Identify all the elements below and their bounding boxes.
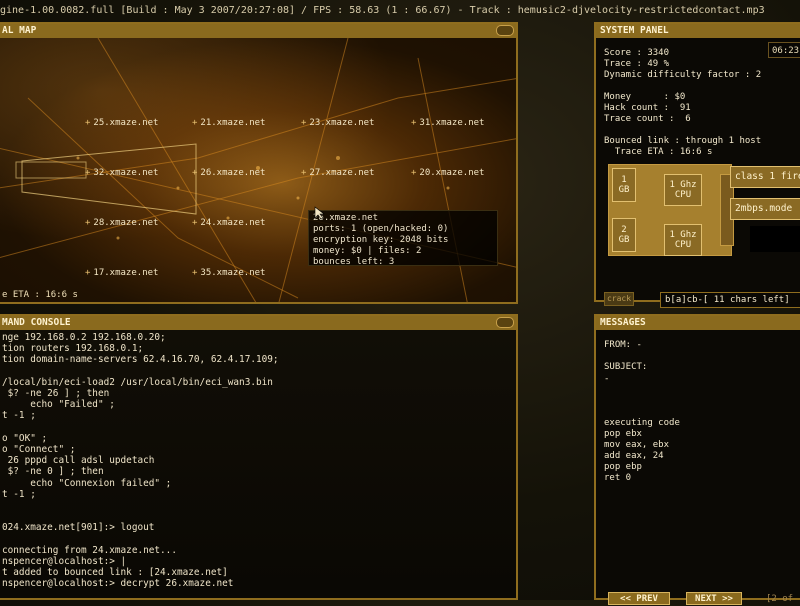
cpu-slot-1[interactable]: 1 Ghz CPU xyxy=(664,174,702,206)
node-info-tooltip: 26.xmaze.net ports: 1 (open/hacked: 0) e… xyxy=(308,210,498,267)
minimize-icon[interactable] xyxy=(496,317,514,328)
console-line: echo "Connexion failed" ; xyxy=(2,477,172,489)
system-panel: SYSTEM PANEL 06:23 Score : 3340 Trace : … xyxy=(594,22,800,308)
empty-slot xyxy=(750,226,800,252)
map-node[interactable]: +32.xmaze.net xyxy=(85,168,158,178)
trace-count-label: Trace count : 6 xyxy=(604,114,691,124)
trace-eta-label: Trace ETA : 16:6 s xyxy=(604,147,713,157)
messages-panel: MESSAGES FROM: - SUBJECT: - executing co… xyxy=(594,314,800,605)
console-line: connecting from 24.xmaze.net... xyxy=(2,544,177,556)
map-view[interactable]: +25.xmaze.net +21.xmaze.net +23.xmaze.ne… xyxy=(0,38,516,302)
map-node[interactable]: +31.xmaze.net xyxy=(411,118,484,128)
console-line: t -1 ; xyxy=(2,410,36,422)
console-line: $? -ne 0 ] ; then xyxy=(2,466,104,478)
cursor-icon xyxy=(314,206,325,220)
map-trace-eta: e ETA : 16:6 s xyxy=(2,290,78,300)
console-line: nspencer@localhost:> | xyxy=(2,556,127,568)
score-label: Score : 3340 xyxy=(604,48,670,58)
world-map-title: AL MAP xyxy=(0,24,516,38)
message-code-line: add eax, 24 xyxy=(604,451,664,461)
command-console-panel: MAND CONSOLE nge 192.168.0.2 192.168.0.2… xyxy=(0,314,518,600)
command-console-title: MAND CONSOLE xyxy=(0,316,516,330)
message-page-counter: [2 of xyxy=(766,594,794,604)
money-label: Money : $0 xyxy=(604,92,686,102)
console-line: t -1 ; xyxy=(2,488,36,500)
map-node[interactable]: +24.xmaze.net xyxy=(192,218,265,228)
world-map-title-text: AL MAP xyxy=(2,25,37,36)
console-line: tion domain-name-servers 62.4.16.70, 62.… xyxy=(2,354,279,366)
tooltip-encryption: encryption key: 2048 bits xyxy=(313,235,449,245)
prev-message-button[interactable]: << PREV xyxy=(608,592,670,605)
console-line: nge 192.168.0.2 192.168.0.20; xyxy=(2,332,166,343)
firewall-slot[interactable]: class 1 firewa xyxy=(730,166,800,188)
message-subject-value: - xyxy=(604,374,610,384)
map-node[interactable]: +26.xmaze.net xyxy=(192,168,265,178)
messages-title-text: MESSAGES xyxy=(600,317,646,328)
console-line: o "Connect" ; xyxy=(2,444,76,456)
console-line: $? -ne 26 ] ; then xyxy=(2,388,110,400)
tooltip-bounces: bounces left: 3 xyxy=(313,257,395,267)
message-code-line: mov eax, ebx xyxy=(604,440,670,450)
console-line: /local/bin/eci-load2 /usr/local/bin/eci_… xyxy=(2,376,273,388)
console-line: o "OK" ; xyxy=(2,432,48,444)
difficulty-label: Dynamic difficulty factor : 2 xyxy=(604,70,762,80)
cpu-slot-2[interactable]: 1 Ghz CPU xyxy=(664,224,702,256)
modem-slot[interactable]: 2mbps.mode xyxy=(730,198,800,220)
console-line: tion routers 192.168.0.1; xyxy=(2,343,144,355)
command-console-title-text: MAND CONSOLE xyxy=(2,317,71,328)
map-node[interactable]: +25.xmaze.net xyxy=(85,118,158,128)
ram-slot-1[interactable]: 1 GB xyxy=(612,168,636,202)
messages-title: MESSAGES xyxy=(596,316,800,330)
trace-label: Trace : 49 % xyxy=(604,59,670,69)
map-node[interactable]: +21.xmaze.net xyxy=(192,118,265,128)
message-code-line: pop ebp xyxy=(604,462,642,472)
system-panel-title-text: SYSTEM PANEL xyxy=(600,25,669,36)
message-code-line: pop ebx xyxy=(604,429,642,439)
message-code-line: executing code xyxy=(604,418,680,428)
map-node[interactable]: +28.xmaze.net xyxy=(85,218,158,228)
hack-count-label: Hack count : 91 xyxy=(604,103,691,113)
minimize-icon[interactable] xyxy=(496,25,514,36)
message-code-line: ret 0 xyxy=(604,473,632,483)
ram-slot-2[interactable]: 2 GB xyxy=(612,218,636,252)
message-from: FROM: - xyxy=(604,340,642,350)
tooltip-money: money: $0 | files: 2 xyxy=(313,246,422,256)
clock: 06:23 xyxy=(768,42,800,58)
tooltip-host: 26.xmaze.net xyxy=(313,213,379,223)
console-line: 024.xmaze.net[901]:> logout xyxy=(2,522,155,534)
map-node[interactable]: +20.xmaze.net xyxy=(411,168,484,178)
world-map-panel: AL MAP +25.xmaze.net +21.xmaze.net + 23.… xyxy=(0,22,518,304)
message-subject-label: SUBJECT: xyxy=(604,362,648,372)
console-line: t added to bounced link : [24.xmaze.net] xyxy=(2,567,228,579)
console-output[interactable]: nge 192.168.0.2 192.168.0.20; tion router… xyxy=(0,330,516,598)
console-line: 26 pppd call adsl updetach xyxy=(2,455,155,467)
console-line: nspencer@localhost:> decrypt 26.xmaze.ne… xyxy=(2,578,234,590)
bounced-link-label: Bounced link : through 1 host xyxy=(604,136,762,146)
status-bar: gine-1.00.0082.full [Build : May 3 2007/… xyxy=(0,5,765,16)
map-node[interactable]: +17.xmaze.net xyxy=(85,268,158,278)
map-node[interactable]: +27.xmaze.net xyxy=(301,168,374,178)
tooltip-ports: ports: 1 (open/hacked: 0) xyxy=(313,224,449,234)
system-panel-title: SYSTEM PANEL xyxy=(596,24,800,38)
password-crack-field[interactable]: b[a]cb-[ 11 chars left] xyxy=(660,292,800,308)
console-line: echo "Failed" ; xyxy=(2,399,115,411)
map-node[interactable]: +23.xmaze.net xyxy=(301,118,374,128)
map-node[interactable]: +35.xmaze.net xyxy=(192,268,265,278)
next-message-button[interactable]: NEXT >> xyxy=(686,592,742,605)
crack-button[interactable]: crack xyxy=(604,292,634,306)
